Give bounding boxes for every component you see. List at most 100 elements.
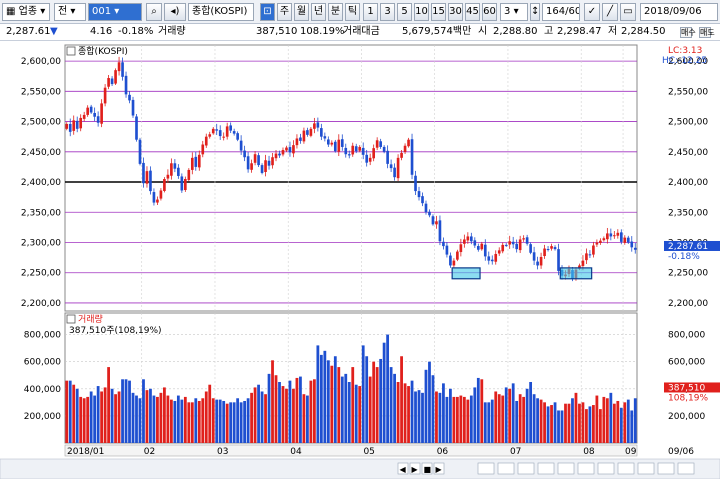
count-field[interactable]: 164/600 [542,3,580,21]
interval-10[interactable]: 10 [414,3,429,21]
settings-check-icon[interactable]: ✓ [584,3,600,21]
jeon-select[interactable]: 전 ▾ [54,3,86,21]
candle-body [75,120,79,129]
candle-body [626,237,630,243]
volume-bar [518,394,522,443]
candle-body [522,238,525,240]
tool-1-icon[interactable] [557,462,575,475]
tool-2-icon[interactable] [577,462,595,475]
volume-bar [557,410,560,443]
period-year[interactable]: 년 [311,3,326,21]
line-tool-icon[interactable]: ╱ [602,3,618,21]
interval-30[interactable]: 30 [448,3,463,21]
volume-bar [187,402,191,443]
price-y-tick: 2,350,00 [21,208,61,218]
volume-y-tick-right: 800,000 [668,331,705,341]
spin-icon[interactable]: ↕ [530,3,540,21]
volume-panel-title: 거래량 [78,313,103,325]
candle-body [382,146,386,152]
candle-body [110,78,114,85]
volume-bar [358,386,362,443]
period-week[interactable]: 주 [277,3,292,21]
candle-body [96,116,100,123]
candle-body [616,232,620,236]
candle-body [232,131,236,134]
candle-body [246,156,250,170]
quote-amount-label: 거래대금 [343,26,380,37]
date-field[interactable]: 2018/09/06 [640,3,718,21]
tool-6-icon[interactable] [657,462,675,475]
volume-bar [302,394,306,443]
volume-bar [449,388,452,443]
volume-bar [236,398,240,443]
candle-body [124,75,128,95]
market-select[interactable]: ▦ 업종 ▾ [2,3,50,21]
candle-body [187,169,191,180]
interval-5[interactable]: 5 [397,3,412,21]
volume-bar [393,373,396,443]
buy-button[interactable]: 매수 [680,27,696,38]
zoom-icon[interactable] [477,462,495,475]
candle-body [65,123,69,129]
x-tick-label: 03 [217,447,228,457]
interval-15[interactable]: 15 [431,3,446,21]
tool-4-icon[interactable] [617,462,635,475]
interval-select[interactable]: 3 ▾ [500,3,528,21]
search-icon[interactable]: ⌕ [146,3,162,21]
tool-5-icon[interactable] [637,462,655,475]
tool-3-icon[interactable] [597,462,615,475]
candle-body [225,126,229,137]
volume-bar [497,394,501,443]
link-icon[interactable]: ⊡ [260,3,275,21]
candle-body [386,150,389,164]
stock-chart[interactable]: 2,600,00 2,600,002,550,00 2,550,002,500,00… [0,41,720,479]
volume-bar [567,403,571,443]
interval-3[interactable]: 3 [380,3,395,21]
draw-icon[interactable] [517,462,535,475]
candle-body [222,136,226,138]
period-tick[interactable]: 틱 [345,3,360,21]
volume-bar [438,392,442,443]
volume-bar [309,380,313,443]
speaker-icon[interactable]: ◂) [164,3,186,21]
candle-body [253,154,257,163]
quote-volume-pct: 108.19% [300,26,345,37]
volume-bar [218,399,222,443]
volume-bar [400,356,403,443]
volume-bar [257,384,260,443]
highlight-box [451,267,481,280]
interval-1[interactable]: 1 [363,3,378,21]
tool-7-icon[interactable] [677,462,695,475]
period-month[interactable]: 월 [294,3,309,21]
code-value: 001 [92,6,112,17]
volume-bar [571,398,574,443]
volume-bar [75,388,79,443]
candle-body [389,164,393,169]
volume-bar [337,367,341,443]
candle-body [354,146,358,152]
candle-body [93,112,96,117]
period-minute[interactable]: 분 [328,3,343,21]
price-y-tick-right: 2,350,00 [668,208,708,218]
sell-button[interactable]: 매도 [699,27,715,38]
window-icon[interactable]: ▭ [620,3,636,21]
fit-icon[interactable] [537,462,555,475]
candle-body [347,154,351,156]
code-input[interactable]: 001 ▾ [88,3,142,21]
candle-body [201,144,205,155]
candle-body [396,157,400,179]
candle-body [128,94,131,101]
volume-bar [536,398,539,443]
volume-bar [372,361,376,443]
interval-60[interactable]: 60 [482,3,497,21]
volume-bar [208,384,212,443]
drag-icon[interactable] [497,462,515,475]
volume-bar [612,403,616,443]
candle-body [361,147,365,155]
quote-price: 2,287.61 [6,26,51,37]
volume-bar [494,391,498,443]
volume-bar [135,395,138,443]
quote-volume-label: 거래량 [158,26,186,37]
volume-bar [326,360,330,443]
interval-45[interactable]: 45 [465,3,480,21]
